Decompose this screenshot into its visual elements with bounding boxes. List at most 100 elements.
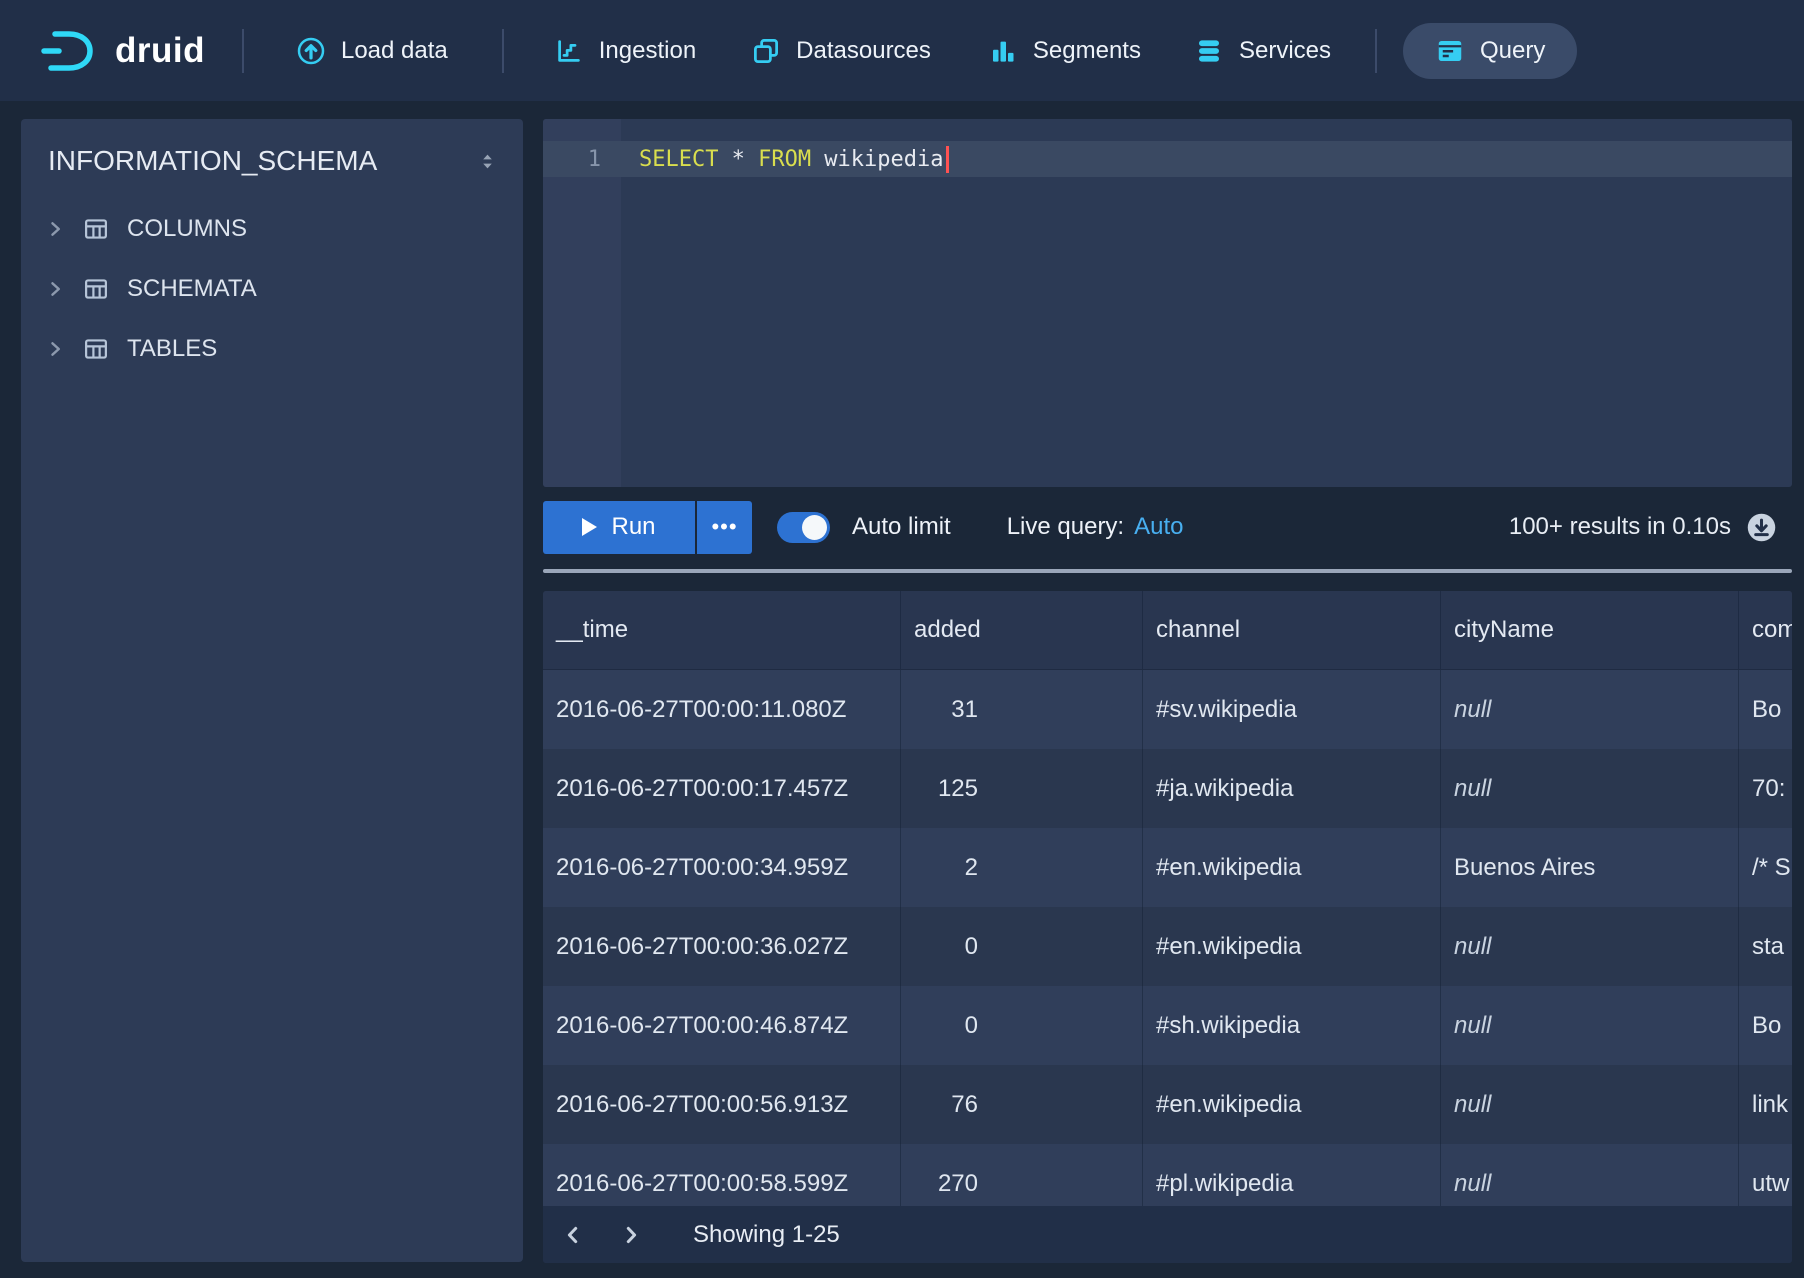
cell-comment[interactable]: Bo (1739, 986, 1792, 1065)
cell-time[interactable]: 2016-06-27T00:00:34.959Z (543, 828, 901, 907)
nav-segments-label: Segments (1033, 37, 1141, 65)
cell-comment[interactable]: 70: (1739, 749, 1792, 828)
tree-item-tables[interactable]: TABLES (21, 319, 523, 379)
schema-tree: COLUMNS SCHEMATA (21, 199, 523, 379)
table-body: 2016-06-27T00:00:11.080Z 31 #sv.wikipedi… (543, 670, 1792, 1223)
download-results-button[interactable] (1745, 511, 1778, 544)
run-more-options-button[interactable]: ••• (697, 501, 752, 554)
column-header-channel[interactable]: channel (1143, 591, 1441, 669)
results-summary: 100+ results in 0.10s (1509, 513, 1731, 541)
nav-ingestion-label: Ingestion (599, 37, 696, 65)
nav-query[interactable]: Query (1403, 23, 1577, 79)
sql-keyword: SELECT (639, 147, 718, 172)
cell-channel[interactable]: #sv.wikipedia (1143, 670, 1441, 749)
previous-page-button[interactable] (551, 1213, 595, 1257)
tree-item-label: SCHEMATA (127, 275, 257, 303)
navbar-divider (502, 29, 504, 73)
navbar-divider (1375, 29, 1377, 73)
cell-time[interactable]: 2016-06-27T00:00:56.913Z (543, 1065, 901, 1144)
cell-city[interactable]: null (1441, 1065, 1739, 1144)
cell-city[interactable]: null (1441, 986, 1739, 1065)
run-button[interactable]: Run (543, 501, 695, 554)
cell-city[interactable]: null (1441, 670, 1739, 749)
line-number: 1 (543, 147, 621, 172)
table-row: 2016-06-27T00:00:46.874Z 0 #sh.wikipedia… (543, 986, 1792, 1065)
chevron-left-icon (561, 1223, 585, 1247)
upload-icon (296, 36, 326, 66)
cell-comment[interactable]: sta (1739, 907, 1792, 986)
cell-city[interactable]: Buenos Aires (1441, 828, 1739, 907)
run-button-label: Run (611, 513, 655, 541)
cell-time[interactable]: 2016-06-27T00:00:17.457Z (543, 749, 901, 828)
cell-channel[interactable]: #ja.wikipedia (1143, 749, 1441, 828)
cell-added[interactable]: 31 (901, 670, 1143, 749)
druid-home-link[interactable]: druid (38, 28, 205, 74)
query-console-icon (1435, 36, 1465, 66)
cell-added[interactable]: 0 (901, 907, 1143, 986)
cell-added[interactable]: 125 (901, 749, 1143, 828)
sql-editor[interactable]: 1 SELECT * FROM wikipedia (543, 119, 1792, 487)
schema-sort-button[interactable] (478, 152, 497, 171)
cell-time[interactable]: 2016-06-27T00:00:36.027Z (543, 907, 901, 986)
editor-active-line: 1 SELECT * FROM wikipedia (543, 141, 1792, 177)
sql-keyword: FROM (758, 147, 811, 172)
table-row: 2016-06-27T00:00:34.959Z 2 #en.wikipedia… (543, 828, 1792, 907)
sql-table-name: wikipedia (824, 147, 943, 172)
ellipsis-icon: ••• (711, 514, 737, 540)
cell-comment[interactable]: /* S (1739, 828, 1792, 907)
nav-ingestion[interactable]: Ingestion (554, 36, 696, 66)
table-row: 2016-06-27T00:00:56.913Z 76 #en.wikipedi… (543, 1065, 1792, 1144)
chevron-right-icon (45, 219, 65, 239)
live-query-label: Live query: (1007, 513, 1124, 541)
cell-time[interactable]: 2016-06-27T00:00:11.080Z (543, 670, 901, 749)
nav-load-data[interactable]: Load data (296, 36, 448, 66)
cell-time[interactable]: 2016-06-27T00:00:46.874Z (543, 986, 901, 1065)
cell-added[interactable]: 0 (901, 986, 1143, 1065)
cell-city[interactable]: null (1441, 907, 1739, 986)
column-header-comment[interactable]: comment (1739, 591, 1792, 669)
next-page-button[interactable] (609, 1213, 653, 1257)
column-header-cityname[interactable]: cityName (1441, 591, 1739, 669)
query-toolbar: Run ••• Auto limit Live query: Auto 100+… (543, 487, 1792, 567)
column-header-time[interactable]: __time (543, 591, 901, 669)
table-row: 2016-06-27T00:00:11.080Z 31 #sv.wikipedi… (543, 670, 1792, 749)
tree-item-label: COLUMNS (127, 215, 247, 243)
brand-name: druid (115, 31, 205, 71)
toggle-knob (802, 515, 827, 540)
cell-channel[interactable]: #sh.wikipedia (1143, 986, 1441, 1065)
auto-limit-toggle[interactable] (777, 512, 830, 543)
schema-title: INFORMATION_SCHEMA (48, 145, 377, 177)
schema-sidebar: INFORMATION_SCHEMA COLUMNS (21, 119, 523, 1262)
cell-city[interactable]: null (1441, 749, 1739, 828)
pagination-bar: Showing 1-25 (543, 1206, 1792, 1263)
cell-comment[interactable]: Bo (1739, 670, 1792, 749)
cell-channel[interactable]: #en.wikipedia (1143, 1065, 1441, 1144)
sql-text-line: SELECT * FROM wikipedia (621, 146, 949, 173)
tree-item-columns[interactable]: COLUMNS (21, 199, 523, 259)
live-query-value-link[interactable]: Auto (1134, 513, 1183, 541)
nav-services[interactable]: Services (1194, 36, 1331, 66)
chevron-right-icon (619, 1223, 643, 1247)
cell-channel[interactable]: #en.wikipedia (1143, 828, 1441, 907)
navbar-divider (242, 29, 244, 73)
column-header-added[interactable]: added (901, 591, 1143, 669)
ingestion-chart-icon (554, 36, 584, 66)
segments-bars-icon (988, 36, 1018, 66)
pagination-status: Showing 1-25 (693, 1221, 840, 1249)
nav-datasources[interactable]: Datasources (751, 36, 931, 66)
panel-splitter[interactable] (543, 569, 1792, 573)
auto-limit-label: Auto limit (852, 513, 951, 541)
nav-datasources-label: Datasources (796, 37, 931, 65)
tree-item-label: TABLES (127, 335, 217, 363)
cell-channel[interactable]: #en.wikipedia (1143, 907, 1441, 986)
tree-item-schemata[interactable]: SCHEMATA (21, 259, 523, 319)
cell-comment[interactable]: link (1739, 1065, 1792, 1144)
nav-query-label: Query (1480, 37, 1545, 65)
nav-segments[interactable]: Segments (988, 36, 1141, 66)
table-icon (83, 336, 109, 362)
cell-added[interactable]: 2 (901, 828, 1143, 907)
druid-logo-icon (38, 28, 100, 74)
play-icon (582, 518, 597, 536)
table-icon (83, 276, 109, 302)
cell-added[interactable]: 76 (901, 1065, 1143, 1144)
